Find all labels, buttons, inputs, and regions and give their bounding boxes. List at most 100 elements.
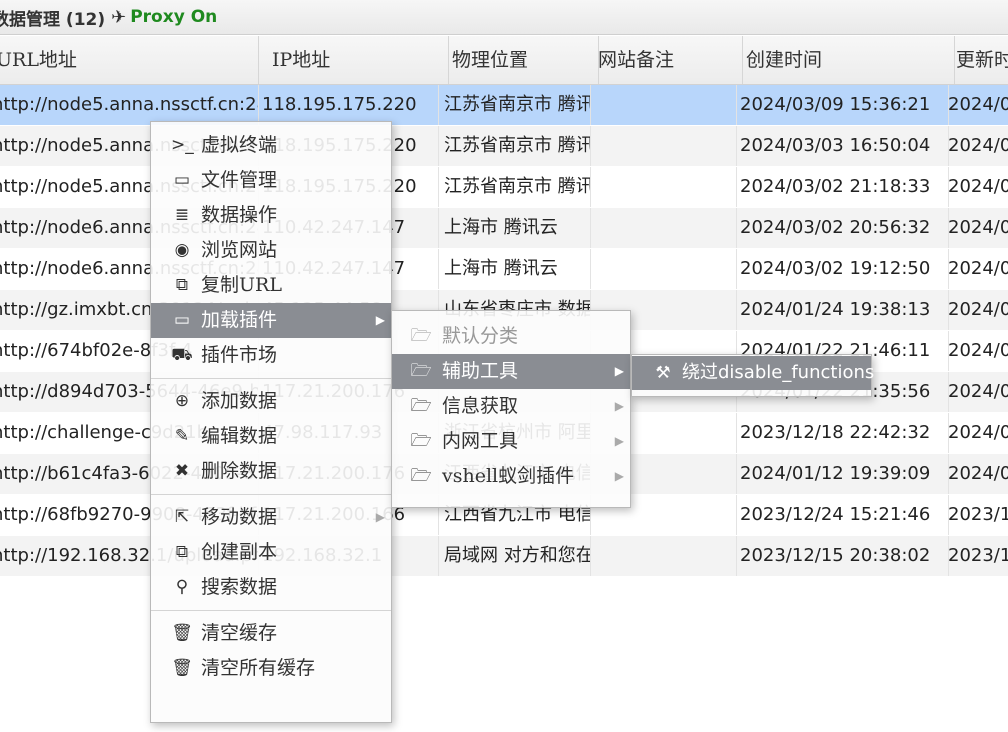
cell-loc: 江苏省南京市 腾讯云 (436, 167, 591, 207)
context-menu-item[interactable]: ◉ 浏览网站 (151, 233, 391, 268)
cell-updated: 2024/03/02 (940, 249, 1008, 289)
context-menu-item[interactable]: ⧉ 复制URL (151, 268, 391, 303)
cell-created: 2024/03/03 16:50:04 (730, 126, 949, 166)
menu-item-label: 移动数据 (201, 506, 278, 528)
chevron-right-icon: ▶ (614, 469, 624, 483)
paper-plane-icon: ✈ (111, 6, 127, 28)
times-icon: ✖ (174, 461, 190, 481)
column-header-created[interactable]: 创建时间 (730, 36, 955, 84)
menu-item-label: 编辑数据 (201, 425, 278, 447)
context-menu-item[interactable]: ▭ 文件管理 (151, 163, 391, 198)
menu-item-label: 绕过disable_functions (682, 362, 875, 383)
context-menu-item[interactable]: >_ 虚拟终端 (151, 128, 391, 163)
move-icon: ⇱ (174, 507, 190, 527)
context-menu-item[interactable]: 🗑 清空缓存 (151, 616, 391, 651)
cell-updated: 2024/03/02 (940, 208, 1008, 248)
gavel-icon: ⚒ (655, 363, 671, 383)
copy-icon: ⧉ (175, 275, 189, 295)
cell-updated: 2024/01/22 (940, 331, 1008, 371)
cell-note (584, 249, 737, 289)
cell-created: 2024/03/02 20:56:32 (730, 208, 949, 248)
menu-separator (151, 610, 391, 611)
plugin-submenu: 🗁 默认分类 🗁 辅助工具 ▶ 🗁 信息获取 ▶ 🗁 内网工具 ▶ 🗁 vshell蚁剑插件 ▶ (391, 310, 631, 508)
context-menu-item[interactable]: ⧉ 创建副本 (151, 535, 391, 570)
context-menu-item[interactable]: ⛟ 插件市场 (151, 338, 391, 373)
context-menu-item[interactable]: ≣ 数据操作 (151, 198, 391, 233)
menu-item-label: 创建副本 (201, 541, 278, 563)
plugin-menu-item[interactable]: 🗁 默认分类 (392, 319, 630, 354)
cell-created: 2024/03/02 19:12:50 (730, 249, 949, 289)
cell-created: 2023/12/24 15:21:46 (730, 495, 949, 535)
menu-separator (151, 378, 391, 379)
cell-updated: 2024/01/12 (940, 454, 1008, 494)
menu-item-label: 默认分类 (442, 325, 519, 347)
context-menu-item[interactable]: ✖ 删除数据 (151, 454, 391, 489)
chevron-right-icon: ▶ (614, 399, 624, 413)
chevron-right-icon: ▶ (375, 313, 385, 327)
trash-icon: 🗑 (171, 623, 193, 643)
menu-item-label: vshell蚁剑插件 (442, 465, 575, 487)
cell-note (584, 85, 737, 125)
cell-loc: 上海市 腾讯云 (436, 208, 591, 248)
menu-item-label: 浏览网站 (201, 239, 278, 261)
tools-submenu: ⚒ 绕过disable_functions (631, 354, 875, 397)
context-menu-item[interactable]: ▭ 加载插件 ▶ (151, 303, 391, 338)
column-header-updated[interactable]: 更新时间 (940, 36, 1008, 84)
context-menu-item[interactable]: ⚲ 搜索数据 (151, 570, 391, 605)
context-menu-item[interactable]: ⇱ 移动数据 ▶ (151, 500, 391, 535)
cell-loc: 局域网 对方和您在同一内网 (436, 536, 591, 576)
store-icon: ⛟ (171, 345, 193, 365)
cell-created: 2024/03/09 15:36:21 (730, 85, 949, 125)
proxy-status[interactable]: Proxy On (130, 7, 217, 27)
column-header-location[interactable]: 物理位置 (436, 36, 599, 84)
column-header-note[interactable]: 网站备注 (584, 36, 743, 84)
cell-updated: 2024/03/02 (940, 167, 1008, 207)
menu-item-label: 文件管理 (201, 169, 278, 191)
cell-note (584, 208, 737, 248)
context-menu-item[interactable]: ⊕ 添加数据 (151, 384, 391, 419)
menu-item-label: 搜索数据 (201, 576, 278, 598)
cell-note (584, 167, 737, 207)
menu-item-label: 清空缓存 (201, 622, 278, 644)
tools-menu-item[interactable]: ⚒ 绕过disable_functions (632, 356, 875, 390)
trash-icon: 🗑 (171, 658, 193, 678)
cell-loc: 上海市 腾讯云 (436, 249, 591, 289)
cell-updated: 2024/01/24 (940, 290, 1008, 330)
column-header-ip[interactable]: IP地址 (258, 36, 449, 84)
plus-circle-icon: ⊕ (174, 391, 190, 411)
page-title: 数据管理 (12) (0, 9, 106, 30)
cell-updated: 2023/12/24 (940, 495, 1008, 535)
edit-icon: ✎ (174, 426, 190, 446)
cell-ip: 118.195.175.220 (258, 85, 439, 125)
folder-open-icon: 🗁 (410, 326, 432, 346)
cell-created: 2024/03/02 21:18:33 (730, 167, 949, 207)
plugin-menu-item[interactable]: 🗁 信息获取 ▶ (392, 389, 630, 424)
menu-item-label: 复制URL (201, 274, 282, 296)
folder-open-icon: 🗁 (410, 396, 432, 416)
context-menu-item[interactable]: ✎ 编辑数据 (151, 419, 391, 454)
menu-item-label: 内网工具 (442, 430, 519, 452)
database-icon: ≣ (174, 205, 190, 225)
menu-item-label: 辅助工具 (442, 360, 519, 382)
copy-icon: ⧉ (175, 542, 189, 562)
cell-updated: 2024/01/22 (940, 372, 1008, 412)
cell-updated: 2024/03/09 (940, 85, 1008, 125)
plugin-menu-item[interactable]: 🗁 vshell蚁剑插件 ▶ (392, 459, 630, 494)
context-menu-item[interactable]: 🗑 清空所有缓存 (151, 651, 391, 686)
cell-created: 2024/01/12 19:39:09 (730, 454, 949, 494)
chevron-right-icon: ▶ (614, 364, 624, 378)
menu-item-label: 数据操作 (201, 204, 278, 226)
table-header: URL地址 IP地址 物理位置 网站备注 创建时间 更新时间 (0, 36, 1008, 85)
cell-note (584, 126, 737, 166)
plugin-menu-item[interactable]: 🗁 内网工具 ▶ (392, 424, 630, 459)
cell-url: http://node5.anna.nssctf.cn:28711 (0, 85, 259, 125)
folder-open-icon: 🗁 (410, 361, 432, 381)
chrome-icon: ◉ (174, 240, 190, 260)
menu-item-label: 删除数据 (201, 460, 278, 482)
chevron-right-icon: ▶ (375, 510, 385, 524)
column-header-url[interactable]: URL地址 (0, 36, 259, 84)
menu-item-label: 插件市场 (201, 344, 278, 366)
menu-item-label: 加载插件 (201, 309, 278, 331)
plugin-menu-item[interactable]: 🗁 辅助工具 ▶ (392, 354, 630, 389)
table-row[interactable]: http://node5.anna.nssctf.cn:28711118.195… (0, 85, 1008, 126)
